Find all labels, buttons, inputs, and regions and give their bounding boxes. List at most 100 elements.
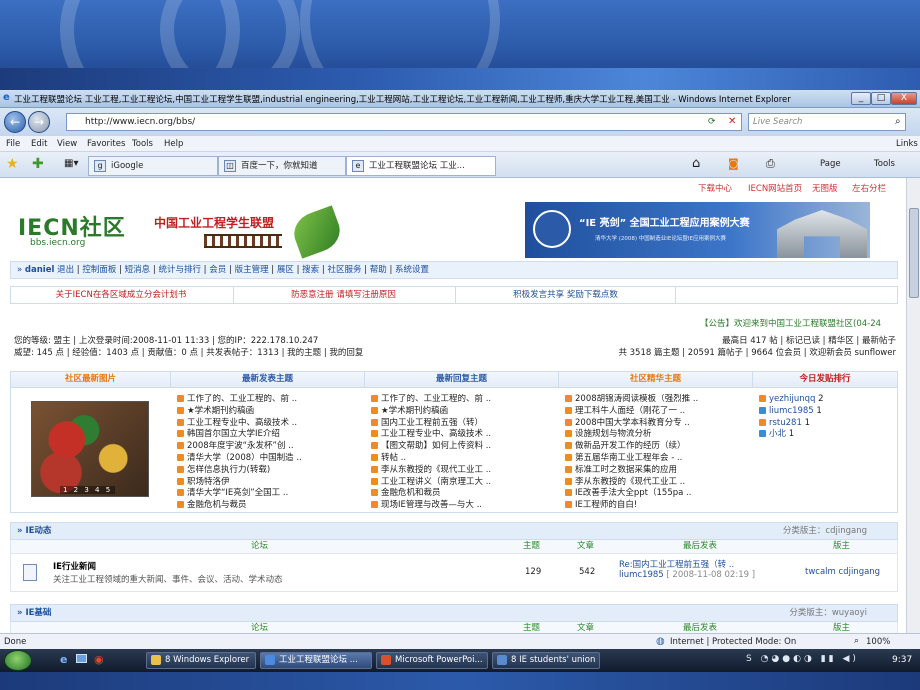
notice-register[interactable]: 防恶意注册 请填写注册原因 [233,287,453,303]
menu-view[interactable]: View [57,139,77,149]
photo-pager[interactable]: 1 2 3 4 5 [60,486,116,494]
announcement[interactable]: 【公告】欢迎来到中国工业工程联盟社区(04-24 [700,317,881,329]
menu-edit[interactable]: Edit [31,139,47,149]
taskbar-powerpoint[interactable]: Microsoft PowerPoi... [376,652,488,669]
quicklaunch-desktop-icon[interactable] [76,654,87,663]
home-icon[interactable]: ⌂ [692,156,700,171]
menu-tools[interactable]: Tools [132,139,153,149]
back-button[interactable]: ← [4,111,26,133]
forum-row[interactable]: IE行业新闻 关注工业工程领域的重大新闻、事件、会议、活动、学术动态 129 5… [10,554,898,592]
list-item[interactable]: 清华大学（2008）中国制造 .. [177,453,363,465]
stop-icon[interactable]: ✕ [728,116,736,127]
start-button[interactable] [4,650,32,671]
list-item[interactable]: 李从东教授的《现代工业工 .. [565,477,751,489]
list-item[interactable]: 怎样信息执行力(转载) [177,465,363,477]
community-photo[interactable]: 1 2 3 4 5 [31,401,149,497]
list-item[interactable]: 工业工程专业中、高级技术 .. [177,418,363,430]
list-item[interactable]: 金融危机和裁员 [371,488,557,500]
section-moderator[interactable]: 分类版主：cdjingang [783,523,867,539]
top-link-download[interactable]: 下载中心 [698,182,732,194]
list-item[interactable]: IE改善手法大全ppt（155pa .. [565,488,751,500]
tab-iecn[interactable]: e 工业工程联盟论坛 工业... [346,156,496,176]
address-input[interactable]: http://www.iecn.org/bbs/ [66,113,742,131]
menu-file[interactable]: File [6,139,20,149]
list-item[interactable]: ★学术期刊约稿函 [177,406,363,418]
tools-menu[interactable]: Tools [874,159,895,169]
messages-link[interactable]: 短消息 [125,265,151,275]
list-item[interactable]: 现场IE管理与改善—与大 .. [371,500,557,512]
site-logo[interactable]: IECN社区 bbs.iecn.org 中国工业工程学生联盟 [14,204,346,262]
list-item[interactable]: 清华大学“IE亮剑”全国工 .. [177,488,363,500]
services-link[interactable]: 社区服务 [327,265,361,275]
refresh-icon[interactable]: ⟳ [708,117,716,127]
menu-favorites[interactable]: Favorites [87,139,125,149]
vertical-scrollbar[interactable] [906,178,920,633]
taskbar-explorer[interactable]: 8 Windows Explorer [146,652,256,669]
list-item[interactable]: 做新品开发工作的经历（续） [565,441,751,453]
help-link[interactable]: 帮助 [370,265,387,275]
list-item[interactable]: 第五届华南工业工程年会 - .. [565,453,751,465]
section-moderator[interactable]: 分类版主：wuyaoyi [789,605,867,621]
tab-baidu[interactable]: ◫ 百度一下，你就知道 [218,156,346,176]
maximize-button[interactable]: □ [871,92,891,105]
last-post-title[interactable]: Re:国内工业工程前五强（转 .. [619,558,734,570]
list-item[interactable]: 李从东教授的《现代工业工 .. [371,465,557,477]
favorites-star-icon[interactable]: ★ [6,156,19,172]
add-favorite-icon[interactable]: ✚ [32,156,44,172]
top-link-textmode[interactable]: 无图版 [812,182,838,194]
forum-moderators[interactable]: twcalm cdjingang [805,567,880,577]
ranking-item[interactable]: liumc1985 1 [759,406,895,418]
list-item[interactable]: 韩国首尔国立大学IE介绍 [177,429,363,441]
security-zone[interactable]: Internet | Protected Mode: On [670,637,796,647]
members-link[interactable]: 会员 [209,265,226,275]
search-link[interactable]: 搜索 [302,265,319,275]
exhibit-link[interactable]: 展区 [277,265,294,275]
stats-link[interactable]: 统计与排行 [158,265,201,275]
list-item[interactable]: 2008中国大学本科教育分专 .. [565,418,751,430]
list-item[interactable]: 【图文帮助】如何上传资料 .. [371,441,557,453]
minimize-button[interactable]: _ [851,92,871,105]
print-icon[interactable]: ⎙ [766,157,775,171]
list-item[interactable]: 工业工程讲义（南京理工大 .. [371,477,557,489]
settings-link[interactable]: 系统设置 [395,265,429,275]
feeds-icon[interactable]: ◙ [728,157,739,170]
list-item[interactable]: IE工程师的自白! [565,500,751,512]
tray-icons[interactable]: S ◔◕●◐◑ ▮▮ ◀) [746,654,859,664]
quicklaunch-ie-icon[interactable]: e [60,653,67,666]
logout-link[interactable]: 退出 [57,265,74,275]
list-item[interactable]: 转帖 .. [371,453,557,465]
list-item[interactable]: 2008年度宇波“永发杯”创 .. [177,441,363,453]
list-item[interactable]: ★学术期刊约稿函 [371,406,557,418]
list-item[interactable]: 国内工业工程前五强（转） [371,418,557,430]
section-ie-basics[interactable]: » IE基础 分类版主：wuyaoyi [10,604,898,622]
taskbar-folder[interactable]: 8 IE students' union ... [492,652,600,669]
list-item[interactable]: 工作了的、工业工程的、前 .. [371,394,557,406]
list-item[interactable]: 设施规划与物流分析 [565,429,751,441]
menu-help[interactable]: Help [164,139,183,149]
clock[interactable]: 9:37 [892,655,912,665]
notice-branch[interactable]: 关于IECN在各区域成立分会计划书 [11,287,231,303]
top-link-layout[interactable]: 左右分栏 [852,182,886,194]
username-link[interactable]: daniel [25,265,54,275]
control-panel-link[interactable]: 控制面板 [82,265,116,275]
scrollbar-thumb[interactable] [909,208,919,298]
close-button[interactable]: X [891,92,917,105]
list-item[interactable]: 金融危机与裁员 [177,500,363,512]
list-item[interactable]: 理工科牛人面经（刚花了一 .. [565,406,751,418]
forum-name[interactable]: IE行业新闻 [53,560,96,572]
zoom-level[interactable]: 100% [866,637,890,647]
list-item[interactable]: 2008胡锦涛阅读模板（强烈推 .. [565,394,751,406]
last-post-author[interactable]: liumc1985 [619,570,664,580]
list-item[interactable]: 工作了的、工业工程的、前 .. [177,394,363,406]
tab-igoogle[interactable]: g iGoogle [88,156,218,176]
notice-reward[interactable]: 积极发言共享 奖励下载点数 [455,287,675,303]
search-icon[interactable]: ⌕ [895,116,901,127]
ranking-item[interactable]: yezhijunqq 2 [759,394,895,406]
section-ie-news[interactable]: » IE动态 分类版主：cdjingang [10,522,898,540]
list-item[interactable]: 标准工时之数据采集的应用 [565,465,751,477]
list-item[interactable]: 职场特洛伊 [177,477,363,489]
links-menu[interactable]: Links [896,139,918,149]
ad-banner[interactable]: “IE 亮剑” 全国工业工程应用案例大赛 清华大学 (2008) 中国制造业IE… [525,202,870,258]
list-item[interactable]: 工业工程专业中、高级技术 .. [371,429,557,441]
top-link-home[interactable]: IECN网站首页 [748,182,802,194]
